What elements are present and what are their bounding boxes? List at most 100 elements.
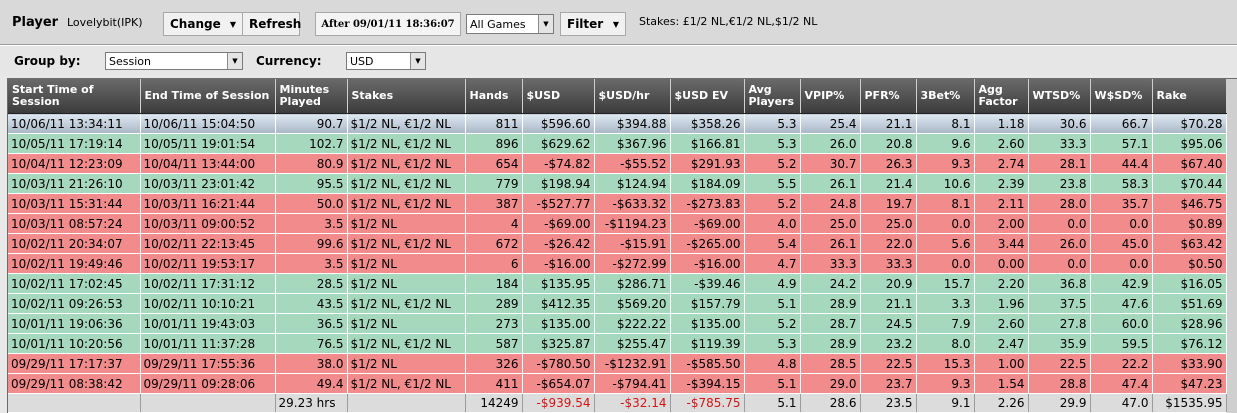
column-header-wtsd[interactable]: WTSD% [1028,79,1091,114]
cell-usd: $412.35 [522,293,595,314]
table-row[interactable]: 10/02/11 19:49:46 10/02/11 19:53:17 3.5 $1/… [8,253,1227,274]
cell-stakes: $1/2 NL [347,273,466,294]
cell-avg-players: 5.2 [744,193,801,214]
column-header-avg-players[interactable]: Avg Players [744,79,801,114]
group-by-select[interactable]: Session ▼ [105,52,243,70]
column-header-end-time[interactable]: End Time of Session [140,79,276,114]
cell-vpip: 33.3 [800,253,861,274]
table-row[interactable]: 10/02/11 09:26:53 10/02/11 10:10:21 43.5 $1… [8,293,1227,314]
column-header-usd-ev[interactable]: $USD EV [670,79,745,114]
total-agg-factor: 2.26 [974,393,1029,413]
cell-pfr: 26.3 [860,153,917,174]
cell-pfr: 24.5 [860,313,917,334]
cell-end-time: 10/02/11 22:13:45 [140,233,276,254]
cell-pfr: 22.5 [860,353,917,374]
table-row[interactable]: 10/02/11 20:34:07 10/02/11 22:13:45 99.6 $1… [8,233,1227,254]
column-header-minutes-played[interactable]: Minutes Played [275,79,348,114]
table-row[interactable]: 09/29/11 08:38:42 09/29/11 09:28:06 49.4 $1… [8,373,1227,394]
column-header-hands[interactable]: Hands [465,79,523,114]
column-header-usd-per-hr[interactable]: $USD/hr [594,79,671,114]
cell-hands: 779 [465,173,523,194]
cell-usd: -$69.00 [522,213,595,234]
cell-end-time: 09/29/11 09:28:06 [140,373,276,394]
cell-usd: $198.94 [522,173,595,194]
column-header-rake[interactable]: Rake [1152,79,1227,114]
cell-start-time: 10/03/11 21:26:10 [8,173,141,194]
cell-wtsd: 36.8 [1028,273,1091,294]
header-row: Start Time of Session End Time of Session… [8,79,1227,114]
cell-pfr: 21.4 [860,173,917,194]
session-grid[interactable]: Start Time of Session End Time of Session… [7,78,1237,413]
date-filter-button[interactable]: After 09/01/11 18:36:07 [315,12,461,36]
cell-usd: -$780.50 [522,353,595,374]
table-row[interactable]: 10/05/11 17:19:14 10/05/11 19:01:54 102.7 $… [8,133,1227,154]
cell-agg-factor: 3.44 [974,233,1029,254]
cell-hands: 4 [465,213,523,234]
cell-start-time: 10/01/11 19:06:36 [8,313,141,334]
cell-agg-factor: 2.20 [974,273,1029,294]
refresh-button-label: Refresh [249,17,302,31]
table-row[interactable]: 10/06/11 13:34:11 10/06/11 15:04:50 90.7 $1… [8,113,1227,134]
cell-usd: $135.00 [522,313,595,334]
table-row[interactable]: 10/01/11 19:06:36 10/01/11 19:43:03 36.5 $1… [8,313,1227,334]
column-header-start-time[interactable]: Start Time of Session [8,79,141,114]
chevron-down-icon[interactable]: ▼ [227,53,242,69]
cell-usd-ev: -$585.50 [670,353,745,374]
column-header-pfr[interactable]: PFR% [860,79,917,114]
cell-usd-ev: $157.79 [670,293,745,314]
total-usd-per-hr: -$32.14 [594,393,671,413]
cell-wtsd: 0.0 [1028,253,1091,274]
cell-rake: $63.42 [1152,233,1227,254]
table-row[interactable]: 10/01/11 10:20:56 10/01/11 11:37:28 76.5 $1… [8,333,1227,354]
column-header-vpip[interactable]: VPIP% [800,79,861,114]
column-header-wsd[interactable]: W$SD% [1090,79,1153,114]
cell-agg-factor: 2.11 [974,193,1029,214]
chevron-down-icon: ▼ [612,19,619,29]
chevron-down-icon[interactable]: ▼ [538,15,553,33]
cell-agg-factor: 2.60 [974,313,1029,334]
cell-start-time: 10/03/11 15:31:44 [8,193,141,214]
table-row[interactable]: 10/03/11 21:26:10 10/03/11 23:01:42 95.5 $1… [8,173,1227,194]
cell-pfr: 20.8 [860,133,917,154]
cell-3bet: 0.0 [916,213,975,234]
cell-wsd: 47.4 [1090,373,1153,394]
cell-3bet: 9.3 [916,373,975,394]
cell-vpip: 24.2 [800,273,861,294]
column-header-usd[interactable]: $USD [522,79,595,114]
currency-select[interactable]: USD ▼ [346,52,426,70]
cell-avg-players: 5.3 [744,113,801,134]
cell-usd-per-hr: -$55.52 [594,153,671,174]
change-button[interactable]: Change ▼ [163,12,243,36]
cell-3bet: 8.1 [916,113,975,134]
table-row[interactable]: 10/04/11 12:23:09 10/04/11 13:44:00 80.9 $1… [8,153,1227,174]
table-row[interactable]: 09/29/11 17:17:37 09/29/11 17:55:36 38.0 $1… [8,353,1227,374]
cell-rake: $16.05 [1152,273,1227,294]
total-minutes-played: 29.23 hrs [275,393,348,413]
cell-minutes-played: 99.6 [275,233,348,254]
cell-wtsd: 37.5 [1028,293,1091,314]
cell-avg-players: 5.3 [744,133,801,154]
cell-vpip: 30.7 [800,153,861,174]
refresh-button[interactable]: Refresh [242,12,302,36]
chevron-down-icon[interactable]: ▼ [410,53,425,69]
table-row[interactable]: 10/03/11 08:57:24 10/03/11 09:00:52 3.5 $1/… [8,213,1227,234]
column-header-stakes[interactable]: Stakes [347,79,466,114]
table-row[interactable]: 10/03/11 15:31:44 10/03/11 16:21:44 50.0 $1… [8,193,1227,214]
cell-rake: $28.96 [1152,313,1227,334]
cell-pfr: 21.1 [860,113,917,134]
cell-usd: $135.95 [522,273,595,294]
filter-button[interactable]: Filter ▼ [560,12,626,36]
table-row[interactable]: 10/02/11 17:02:45 10/02/11 17:31:12 28.5 $1… [8,273,1227,294]
cell-3bet: 9.6 [916,133,975,154]
cell-wsd: 44.4 [1090,153,1153,174]
cell-wsd: 22.2 [1090,353,1153,374]
cell-vpip: 28.9 [800,333,861,354]
cell-rake: $95.06 [1152,133,1227,154]
column-header-3bet[interactable]: 3Bet% [916,79,975,114]
cell-usd-per-hr: $394.88 [594,113,671,134]
cell-agg-factor: 2.47 [974,333,1029,354]
cell-hands: 184 [465,273,523,294]
games-select[interactable]: All Games ▼ [466,14,554,34]
cell-stakes: $1/2 NL, €1/2 NL [347,173,466,194]
column-header-agg-factor[interactable]: Agg Factor [974,79,1029,114]
